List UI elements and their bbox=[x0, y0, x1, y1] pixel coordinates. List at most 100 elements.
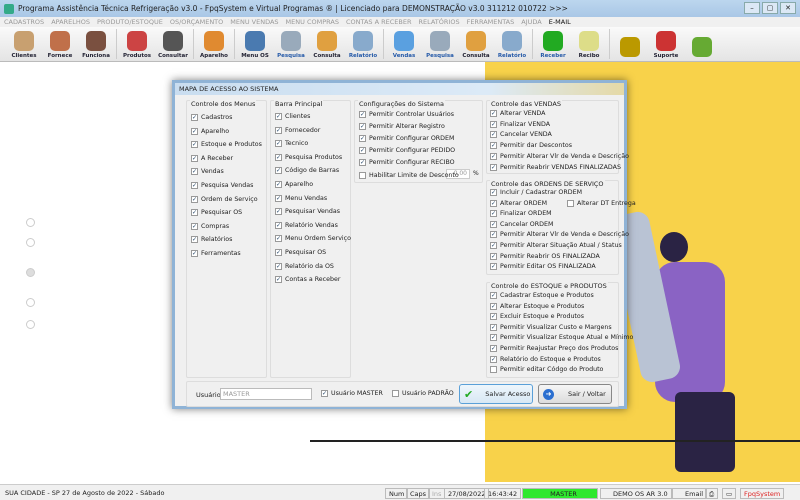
checkbox-permitir-configurar-ordem[interactable]: ✓ Permitir Configurar ORDEM bbox=[359, 135, 454, 142]
exit-button[interactable]: ➜ Sair / Voltar bbox=[538, 384, 612, 404]
checkbox-cadastrar-estoque-e-produtos[interactable]: ✓ Cadastrar Estoque e Produtos bbox=[490, 292, 594, 299]
checkbox-permitir-dar-descontos[interactable]: ✓ Permitir dar Descontos bbox=[490, 142, 572, 150]
maximize-button[interactable]: ▢ bbox=[762, 2, 778, 14]
checkbox-permitir-alterar-registro[interactable]: ✓ Permitir Alterar Registro bbox=[359, 123, 445, 130]
carousel-dot[interactable] bbox=[26, 238, 35, 247]
checkbox-pesquisar-vendas[interactable]: ✓ Pesquisar Vendas bbox=[275, 208, 340, 216]
checkbox-cancelar-ordem[interactable]: ✓ Cancelar ORDEM bbox=[490, 220, 553, 228]
toolbar-button-recibo[interactable]: Recibo bbox=[571, 28, 607, 61]
toolbar-button-vendas[interactable]: Vendas bbox=[386, 28, 422, 61]
checkbox-finalizar-venda[interactable]: ✓ Finalizar VENDA bbox=[490, 120, 550, 128]
checkbox-finalizar-ordem[interactable]: ✓ Finalizar ORDEM bbox=[490, 210, 552, 218]
toolbar-button-pesquisa[interactable]: Pesquisa bbox=[273, 28, 309, 61]
menu-item-relat-rios[interactable]: RELATÓRIOS bbox=[418, 18, 459, 26]
carousel-dot[interactable] bbox=[26, 320, 35, 329]
toolbar-button-aparelho[interactable]: Aparelho bbox=[196, 28, 232, 61]
toolbar-button-consultar[interactable]: Consultar bbox=[155, 28, 191, 61]
checkbox-ferramentas[interactable]: ✓ Ferramentas bbox=[191, 250, 241, 257]
checkbox-estoque-e-produtos[interactable]: ✓ Estoque e Produtos bbox=[191, 141, 262, 149]
close-button[interactable]: ✕ bbox=[780, 2, 796, 14]
checkbox-relat-rio-da-os[interactable]: ✓ Relatório da OS bbox=[275, 262, 334, 270]
checkbox-pesquisar-os[interactable]: ✓ Pesquisar OS bbox=[191, 209, 242, 217]
checkbox-cancelar-venda[interactable]: ✓ Cancelar VENDA bbox=[490, 131, 552, 139]
toolbar-button-pesquisa[interactable]: Pesquisa bbox=[422, 28, 458, 61]
checkbox-alterar-venda[interactable]: ✓ Alterar VENDA bbox=[490, 110, 545, 117]
menu-item-menu-vendas[interactable]: MENU VENDAS bbox=[230, 18, 278, 26]
checkbox-permitir-editar-os-finalizada[interactable]: ✓ Permitir Editar OS FINALIZADA bbox=[490, 263, 596, 271]
checkbox-permitir-reabrir-vendas-finalizadas[interactable]: ✓ Permitir Reabrir VENDAS FINALIZADAS bbox=[490, 163, 621, 171]
toolbar-button-receber[interactable]: Receber bbox=[535, 28, 571, 61]
checkbox-clientes[interactable]: ✓ Clientes bbox=[275, 113, 310, 120]
checkbox-permitir-alterar-vlr-de-venda-e-descri-o[interactable]: ✓ Permitir Alterar Vlr de Venda e Descriç… bbox=[490, 231, 629, 239]
monitor-icon[interactable]: ▭ bbox=[722, 488, 737, 499]
checkbox-permitir-configurar-recibo[interactable]: ✓ Permitir Configurar RECIBO bbox=[359, 159, 455, 166]
checkbox-incluir-cadastrar-ordem[interactable]: ✓ Incluir / Cadastrar ORDEM bbox=[490, 189, 582, 196]
toolbar-button-clientes[interactable]: Clientes bbox=[6, 28, 42, 61]
checkbox-relat-rio-do-estoque-e-produtos[interactable]: ✓ Relatório do Estoque e Produtos bbox=[490, 355, 601, 363]
toolbar-button-menu-os[interactable]: Menu OS bbox=[237, 28, 273, 61]
checkbox-tecnico[interactable]: ✓ Tecnico bbox=[275, 140, 308, 148]
user-input[interactable]: MASTER bbox=[220, 388, 312, 400]
toolbar-button-fornece[interactable]: Fornece bbox=[42, 28, 78, 61]
checkbox-menu-ordem-servi-o[interactable]: ✓ Menu Ordem Serviço bbox=[275, 235, 351, 243]
save-access-button[interactable]: ✔ Salvar Acesso bbox=[459, 384, 533, 404]
checkbox-compras[interactable]: ✓ Compras bbox=[191, 222, 229, 230]
dollar-icon bbox=[543, 31, 563, 51]
checkbox-permitir-reabrir-os-finalizada[interactable]: ✓ Permitir Reabrir OS FINALIZADA bbox=[490, 252, 600, 260]
checkbox-alterar-estoque-e-produtos[interactable]: ✓ Alterar Estoque e Produtos bbox=[490, 302, 584, 310]
toolbar-button-coins-icon[interactable] bbox=[612, 28, 648, 61]
checkbox-contas-a-receber[interactable]: ✓ Contas a Receber bbox=[275, 276, 340, 284]
menu-item-ferramentas[interactable]: FERRAMENTAS bbox=[467, 18, 515, 26]
checkbox-menu-vendas[interactable]: ✓ Menu Vendas bbox=[275, 194, 327, 202]
toolbar-button-suporte[interactable]: Suporte bbox=[648, 28, 684, 61]
status-email[interactable]: Email bbox=[672, 488, 708, 499]
menu-item-contas-a-receber[interactable]: CONTAS A RECEBER bbox=[346, 18, 412, 26]
checkbox-cadastros[interactable]: ✓ Cadastros bbox=[191, 114, 232, 121]
menu-item-cadastros[interactable]: CADASTROS bbox=[4, 18, 44, 26]
menu-item-menu-compras[interactable]: MENU COMPRAS bbox=[286, 18, 339, 26]
carousel-dot[interactable] bbox=[26, 218, 35, 227]
checkbox-relat-rios[interactable]: ✓ Relatórios bbox=[191, 236, 232, 244]
checkbox-pesquisa-vendas[interactable]: ✓ Pesquisa Vendas bbox=[191, 182, 253, 189]
checkbox-permitir-configurar-pedido[interactable]: ✓ Permitir Configurar PEDIDO bbox=[359, 147, 455, 154]
carousel-dot-active[interactable] bbox=[26, 268, 35, 277]
standard-user-checkbox[interactable]: Usuário PADRÃO bbox=[392, 390, 454, 397]
printer-icon[interactable]: ⎙ bbox=[705, 488, 719, 499]
master-user-checkbox[interactable]: ✓ Usuário MASTER bbox=[321, 390, 383, 397]
toolbar-button-exit-icon[interactable] bbox=[684, 28, 720, 61]
toolbar-button-consulta[interactable]: Consulta bbox=[309, 28, 345, 61]
checkbox-a-receber[interactable]: ✓ A Receber bbox=[191, 154, 233, 162]
checkbox-permitir-reajustar-pre-o-dos-produtos[interactable]: ✓ Permitir Reajustar Preço dos Produtos bbox=[490, 345, 618, 352]
checkbox-vendas[interactable]: ✓ Vendas bbox=[191, 168, 224, 176]
checkbox-c-digo-de-barras[interactable]: ✓ Código de Barras bbox=[275, 167, 339, 175]
checkbox-permitir-editar-c-dgo-do-produto[interactable]: Permitir editar Códgo do Produto bbox=[490, 366, 603, 374]
carousel-dot[interactable] bbox=[26, 298, 35, 307]
toolbar-button-consulta[interactable]: Consulta bbox=[458, 28, 494, 61]
checkbox-pesquisar-os[interactable]: ✓ Pesquisar OS bbox=[275, 249, 326, 256]
checkbox-permitir-visualizar-custo-e-margens[interactable]: ✓ Permitir Visualizar Custo e Margens bbox=[490, 323, 612, 331]
checkbox-ordem-de-servi-o[interactable]: ✓ Ordem de Serviço bbox=[191, 195, 258, 203]
checkbox-habilitar-limite-de-desconto[interactable]: Habilitar Limite de Desconto bbox=[359, 172, 459, 179]
menu-item-ajuda[interactable]: AJUDA bbox=[521, 18, 541, 26]
checkbox-excluir-estoque-e-produtos[interactable]: ✓ Excluir Estoque e Produtos bbox=[490, 313, 584, 321]
toolbar-button-funciona[interactable]: Funciona bbox=[78, 28, 114, 61]
checkbox-permitir-alterar-vlr-de-venda-e-descri-o[interactable]: ✓ Permitir Alterar Vlr de Venda e Descriç… bbox=[490, 152, 629, 160]
checkbox-alterar-dt-entrega[interactable]: Alterar DT Entrega bbox=[567, 199, 636, 207]
checkbox-aparelho[interactable]: ✓ Aparelho bbox=[275, 181, 313, 188]
checkbox-pesquisa-produtos[interactable]: ✓ Pesquisa Produtos bbox=[275, 153, 342, 161]
checkbox-permitir-visualizar-estoque-atual-e-m-nimo[interactable]: ✓ Permitir Visualizar Estoque Atual e Mín… bbox=[490, 334, 633, 342]
checkbox-alterar-ordem[interactable]: ✓ Alterar ORDEM bbox=[490, 199, 547, 207]
checkbox-aparelho[interactable]: ✓ Aparelho bbox=[191, 127, 229, 135]
toolbar-button-produtos[interactable]: Produtos bbox=[119, 28, 155, 61]
checkbox-relat-rio-vendas[interactable]: ✓ Relatório Vendas bbox=[275, 221, 338, 229]
checkbox-permitir-alterar-situa-o-atual-status[interactable]: ✓ Permitir Alterar Situação Atual / Statu… bbox=[490, 242, 622, 249]
menu-item-e-mail[interactable]: E-MAIL bbox=[549, 18, 571, 26]
checkbox-fornecedor[interactable]: ✓ Fornecedor bbox=[275, 126, 320, 134]
menu-item-aparelhos[interactable]: APARELHOS bbox=[51, 18, 90, 26]
menu-item-produto-estoque[interactable]: PRODUTO/ESTOQUE bbox=[97, 18, 163, 26]
toolbar-button-relat-rio[interactable]: Relatório bbox=[494, 28, 530, 61]
toolbar-button-relat-rio[interactable]: Relatório bbox=[345, 28, 381, 61]
menu-item-os-or-amento[interactable]: OS/ORÇAMENTO bbox=[170, 18, 223, 26]
checkbox-permitir-controlar-usu-rios[interactable]: ✓ Permitir Controlar Usuários bbox=[359, 111, 454, 118]
minimize-button[interactable]: – bbox=[744, 2, 760, 14]
